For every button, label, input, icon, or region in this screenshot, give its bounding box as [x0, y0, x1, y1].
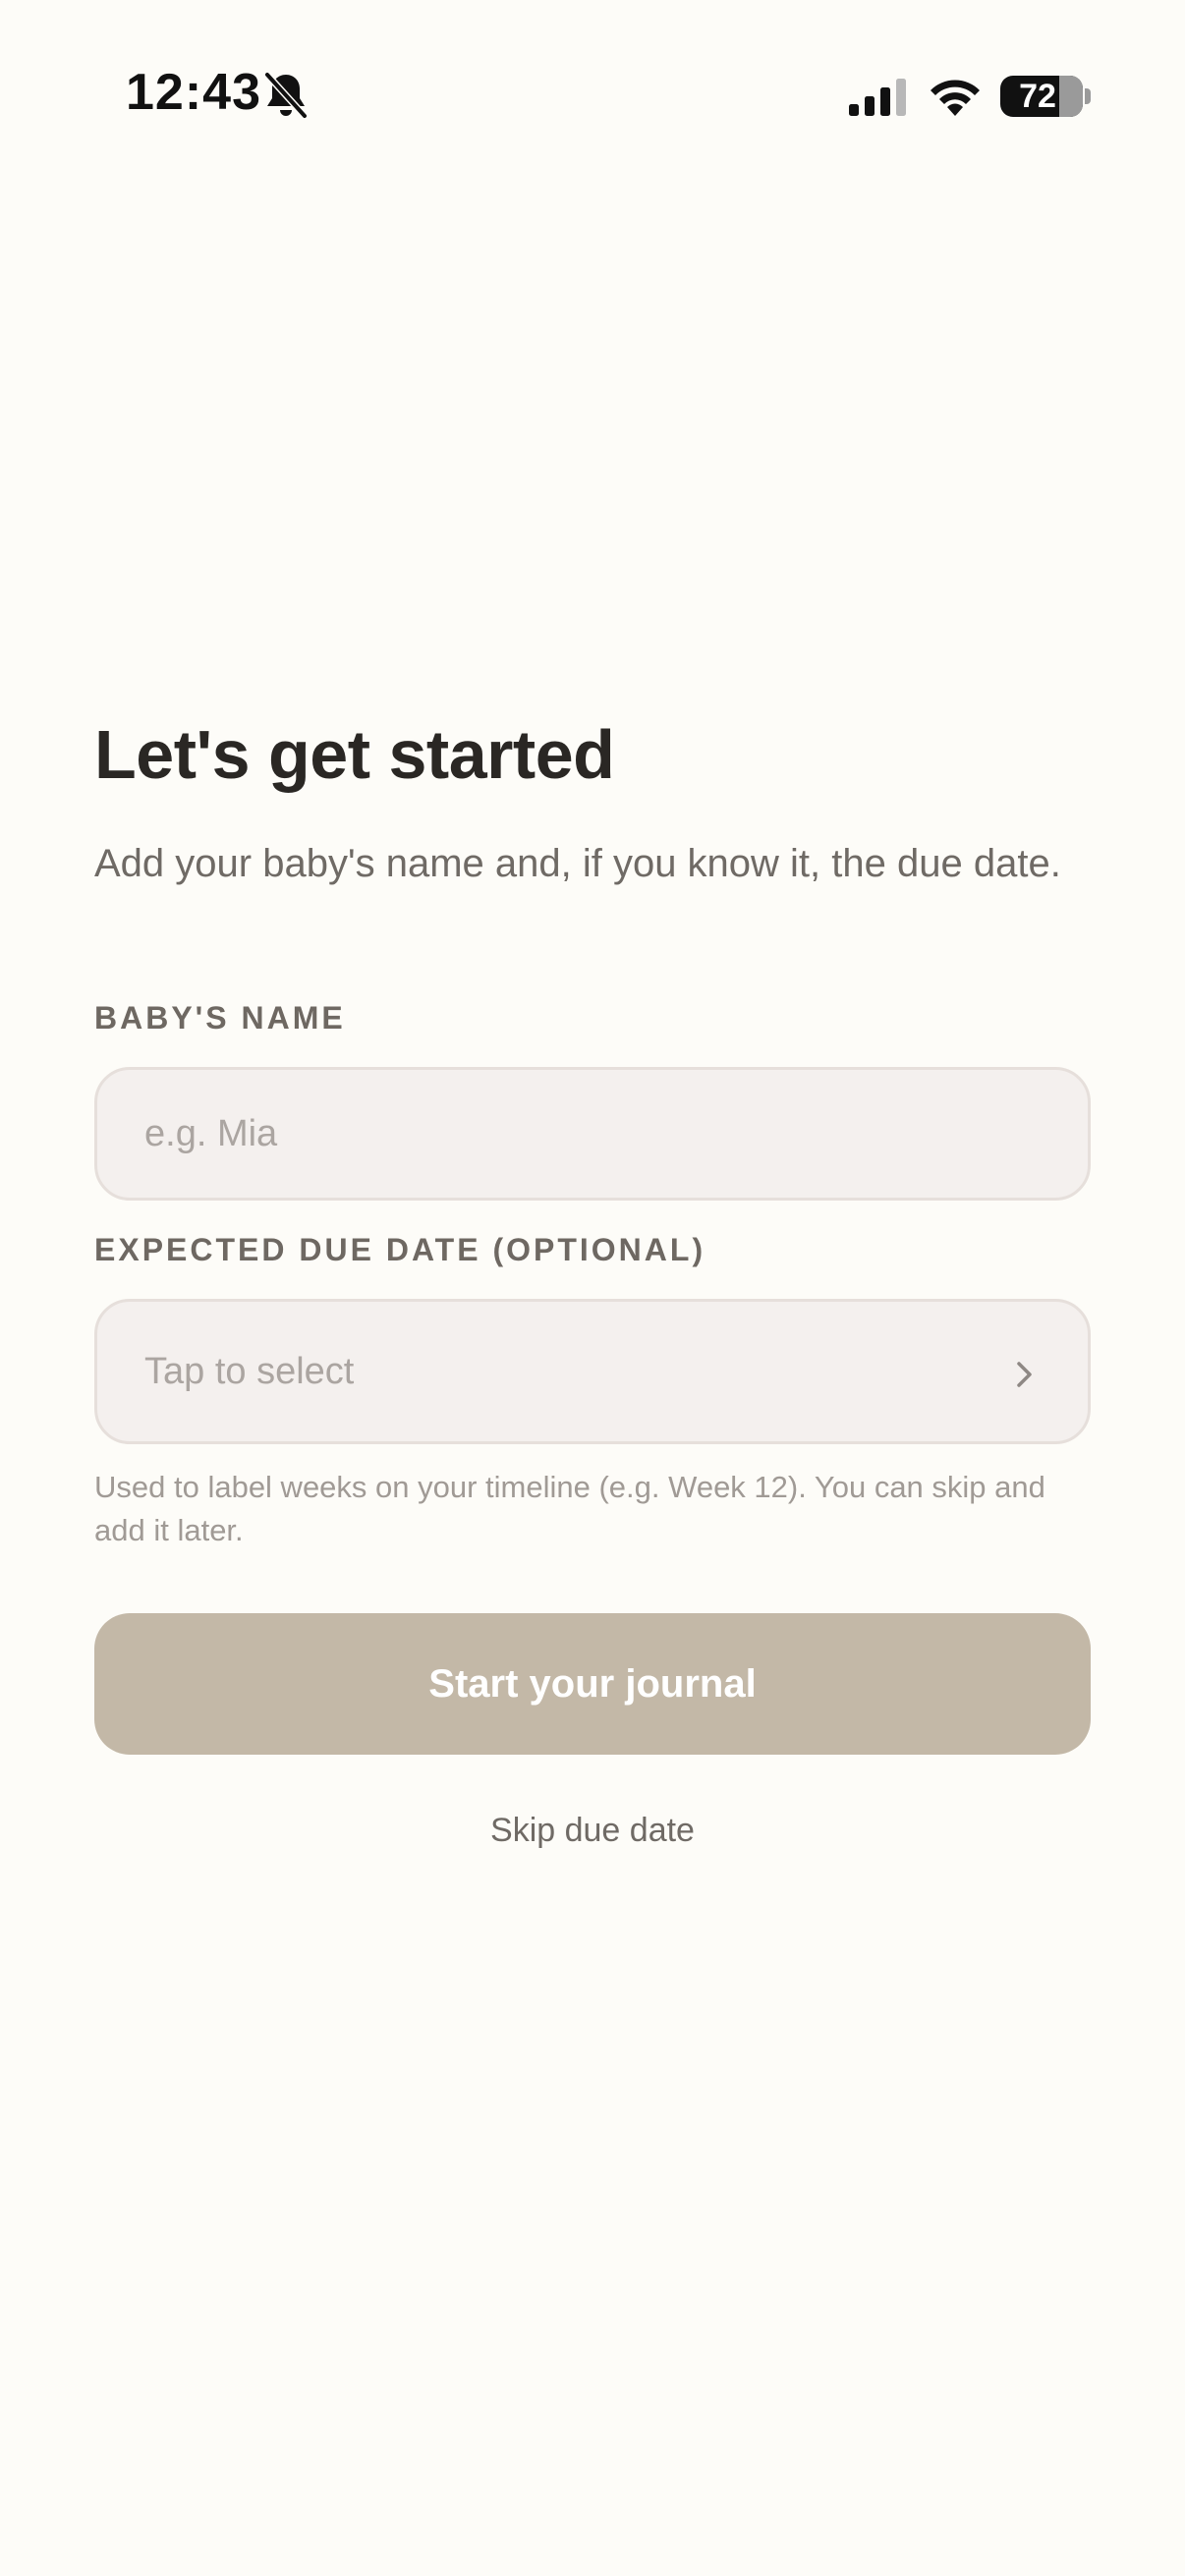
due-date-helper-text: Used to label weeks on your timeline (e.… — [94, 1470, 1045, 1547]
due-date-placeholder: Tap to select — [144, 1350, 355, 1392]
page-title: Let's get started — [94, 716, 615, 793]
due-date-label: EXPECTED DUE DATE (OPTIONAL) — [94, 1232, 706, 1267]
due-date-selector[interactable]: Tap to select — [94, 1299, 1091, 1444]
skip-due-date-link[interactable]: Skip due date — [94, 1812, 1091, 1850]
wifi-icon — [931, 80, 980, 116]
battery-icon: 72 — [1000, 76, 1083, 117]
baby-name-label: BABY'S NAME — [94, 1000, 346, 1036]
status-time: 12:43 — [126, 64, 261, 121]
bell-off-icon — [263, 71, 309, 120]
page-subtitle: Add your baby's name and, if you know it… — [94, 842, 1061, 885]
onboarding-form: Let's get started Add your baby's name a… — [94, 707, 1091, 1850]
battery-tip — [1085, 88, 1091, 104]
chevron-right-icon — [1017, 1362, 1032, 1387]
status-bar: 12:43 72 — [0, 0, 1185, 187]
baby-name-field[interactable] — [94, 1067, 1091, 1201]
start-journal-button[interactable]: Start your journal — [94, 1613, 1091, 1755]
battery-percent: 72 — [1019, 77, 1056, 115]
baby-name-input[interactable] — [144, 1112, 1041, 1155]
cellular-signal-icon — [849, 79, 906, 116]
